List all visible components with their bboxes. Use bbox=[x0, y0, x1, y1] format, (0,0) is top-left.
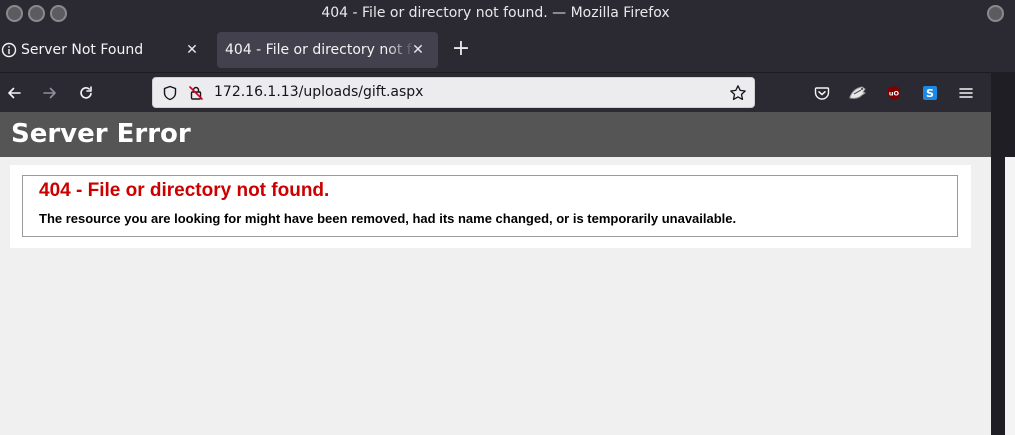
reload-button[interactable] bbox=[72, 79, 100, 107]
extension-button[interactable] bbox=[844, 79, 872, 107]
page-header: Server Error bbox=[0, 112, 991, 157]
skype-icon: S bbox=[923, 86, 937, 100]
tab-close-icon[interactable]: ✕ bbox=[182, 40, 202, 60]
background-window-content bbox=[1005, 157, 1015, 435]
back-button[interactable] bbox=[0, 79, 28, 107]
svg-text:S: S bbox=[926, 87, 934, 100]
window-title: 404 - File or directory not found. — Moz… bbox=[321, 5, 670, 21]
info-icon bbox=[1, 42, 17, 58]
url-bar[interactable]: 172.16.1.13/uploads/gift.aspx bbox=[152, 77, 755, 108]
pocket-button[interactable] bbox=[808, 79, 836, 107]
navigation-bar: 172.16.1.13/uploads/gift.aspx uO S bbox=[0, 72, 991, 112]
tab-close-icon[interactable]: ✕ bbox=[408, 40, 428, 60]
ublock-button[interactable]: uO bbox=[880, 79, 908, 107]
back-icon bbox=[8, 87, 21, 99]
new-tab-button[interactable]: + bbox=[449, 38, 473, 62]
svg-text:uO: uO bbox=[889, 90, 900, 98]
bookmark-star-icon[interactable] bbox=[729, 84, 747, 102]
page-title: Server Error bbox=[11, 119, 191, 149]
tab-label: 404 - File or directory not found. bbox=[225, 42, 415, 58]
background-window-top bbox=[987, 0, 1015, 72]
content-area: 404 - File or directory not found. The r… bbox=[10, 165, 971, 248]
pocket-icon bbox=[814, 87, 830, 100]
reload-icon bbox=[80, 86, 92, 99]
error-title: 404 - File or directory not found. bbox=[39, 180, 330, 201]
window-button bbox=[987, 5, 1004, 22]
error-box: 404 - File or directory not found. The r… bbox=[22, 175, 958, 237]
tab-404-error[interactable]: 404 - File or directory not found. ✕ bbox=[217, 32, 438, 68]
shield-icon[interactable] bbox=[162, 85, 178, 101]
tab-strip: Server Not Found ✕ 404 - File or directo… bbox=[0, 28, 991, 72]
forward-button[interactable] bbox=[36, 79, 64, 107]
insecure-lock-icon[interactable] bbox=[188, 85, 204, 101]
app-menu-button[interactable] bbox=[952, 79, 980, 107]
background-window bbox=[987, 0, 1015, 435]
url-text[interactable]: 172.16.1.13/uploads/gift.aspx bbox=[214, 78, 423, 107]
ublock-icon: uO bbox=[888, 86, 900, 100]
extension-icon bbox=[849, 86, 866, 99]
tab-label: Server Not Found bbox=[21, 42, 144, 58]
skype-button[interactable]: S bbox=[916, 79, 944, 107]
menu-icon bbox=[959, 88, 973, 98]
error-message: The resource you are looking for might h… bbox=[39, 211, 737, 226]
forward-icon bbox=[43, 87, 56, 99]
tab-server-not-found[interactable]: Server Not Found ✕ bbox=[0, 32, 212, 68]
firefox-window: 404 - File or directory not found. — Moz… bbox=[0, 0, 991, 435]
title-bar: 404 - File or directory not found. — Moz… bbox=[0, 0, 991, 28]
